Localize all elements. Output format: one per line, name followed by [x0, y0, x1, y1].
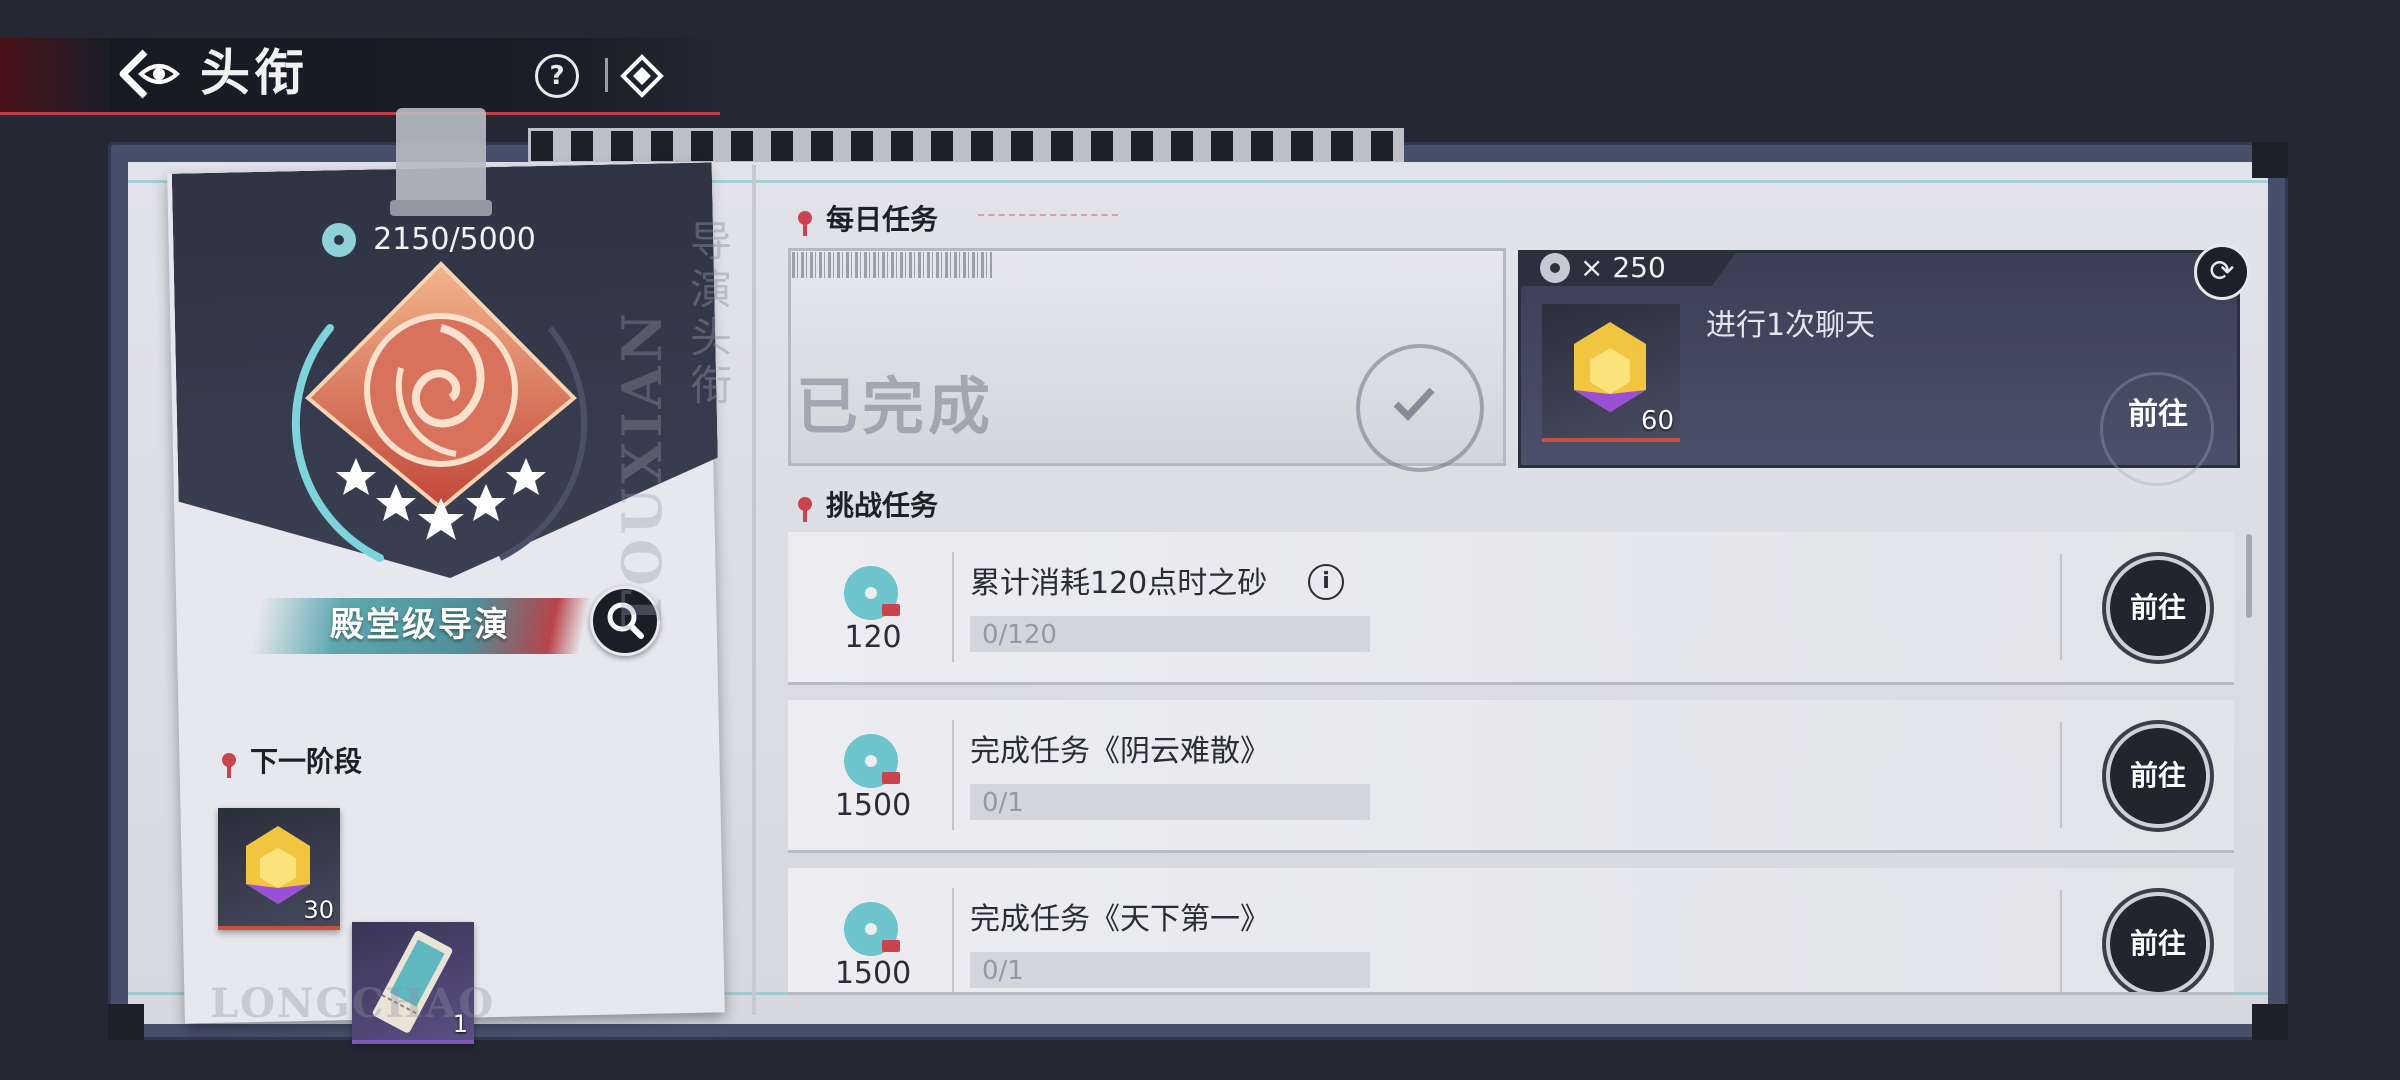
- task-progress-text: 0/120: [982, 620, 1057, 650]
- task-progress-bar: [970, 952, 1370, 988]
- daily-reward-amount: × 250: [1580, 251, 1666, 284]
- panel-divider: [752, 165, 756, 1015]
- challenge-task-row: 120 累计消耗120点时之砂 i 0/120 前往: [788, 532, 2234, 685]
- task-reward-amount: 120: [844, 620, 902, 655]
- task-separator: [2060, 890, 2062, 992]
- paper-clip: [390, 108, 492, 216]
- refresh-button[interactable]: ⟳: [2194, 244, 2250, 300]
- task-separator: [2060, 722, 2062, 828]
- reel-badge: [882, 772, 900, 784]
- daily-reward-gem[interactable]: 60: [1542, 304, 1680, 442]
- task-go-button[interactable]: 前往: [2106, 556, 2210, 660]
- help-button[interactable]: ?: [535, 54, 579, 98]
- task-reward-amount: 1500: [834, 956, 912, 991]
- task-name: 完成任务《天下第一》: [970, 902, 1270, 937]
- task-separator: [952, 720, 954, 830]
- item-count: 60: [1640, 406, 1674, 436]
- pin-icon: [798, 211, 812, 236]
- top-bar: [0, 38, 720, 115]
- next-stage-header: 下一阶段: [222, 740, 362, 780]
- watermark-bottom: LONGCHAO: [210, 980, 496, 1027]
- watermark-vertical: TOUXIAN: [610, 309, 674, 630]
- challenge-tasks-header: 挑战任务: [798, 484, 938, 524]
- daily-task-name: 进行1次聊天: [1706, 308, 1876, 343]
- checkmark-icon: [1393, 387, 1435, 422]
- barcode-decoration: [792, 252, 992, 278]
- info-icon[interactable]: i: [1308, 564, 1344, 600]
- task-separator: [2060, 554, 2062, 660]
- film-reel-icon: [1540, 253, 1570, 283]
- back-button[interactable]: [115, 46, 185, 102]
- diamond-icon: [620, 54, 664, 98]
- board-corner: [2252, 1004, 2288, 1040]
- question-icon: ?: [549, 61, 565, 91]
- pin-icon: [798, 497, 812, 522]
- film-reel-icon: [322, 222, 356, 257]
- task-go-button[interactable]: 前往: [2106, 724, 2210, 828]
- daily-go-button[interactable]: 前往: [2098, 372, 2218, 486]
- reel-badge: [882, 940, 900, 952]
- task-progress-bar: [970, 784, 1370, 820]
- title-decoration: [978, 214, 1119, 222]
- daily-tasks-header: 每日任务: [798, 198, 1119, 238]
- refresh-icon: ⟳: [2209, 254, 2235, 289]
- task-progress-text: 0/1: [982, 788, 1024, 818]
- board-corner: [108, 1004, 144, 1040]
- next-reward-gem[interactable]: 30: [218, 808, 340, 930]
- home-button[interactable]: [620, 54, 664, 98]
- item-count: 30: [303, 896, 334, 924]
- pin-icon: [222, 753, 236, 778]
- page-title: 头衔: [200, 43, 308, 102]
- back-arrow-icon: [119, 49, 181, 99]
- task-separator: [952, 552, 954, 662]
- rank-badge-icon: [305, 261, 577, 540]
- completed-label: 已完成: [796, 370, 995, 443]
- task-progress-text: 0/1: [982, 956, 1024, 986]
- rank-progress-text: 2150/5000: [373, 222, 536, 257]
- board-corner: [2252, 142, 2288, 178]
- challenge-task-row: 1500 完成任务《阴云难散》 0/1 前往: [788, 700, 2234, 853]
- film-strip-decoration: [528, 128, 1404, 164]
- task-name: 累计消耗120点时之砂: [970, 566, 1268, 601]
- task-list-scrollbar[interactable]: [2246, 534, 2252, 618]
- challenge-task-row: 1500 完成任务《天下第一》 0/1 前往: [788, 868, 2234, 995]
- task-name: 完成任务《阴云难散》: [970, 734, 1270, 769]
- rank-name: 殿堂级导演: [330, 605, 510, 645]
- task-go-button[interactable]: 前往: [2106, 892, 2210, 992]
- task-separator: [952, 888, 954, 992]
- task-reward-amount: 1500: [834, 788, 912, 823]
- side-caption: 导演头衔: [690, 217, 733, 410]
- rank-progress: 2150/5000: [322, 222, 536, 257]
- toolbar-divider: [605, 58, 608, 92]
- reel-badge: [882, 604, 900, 616]
